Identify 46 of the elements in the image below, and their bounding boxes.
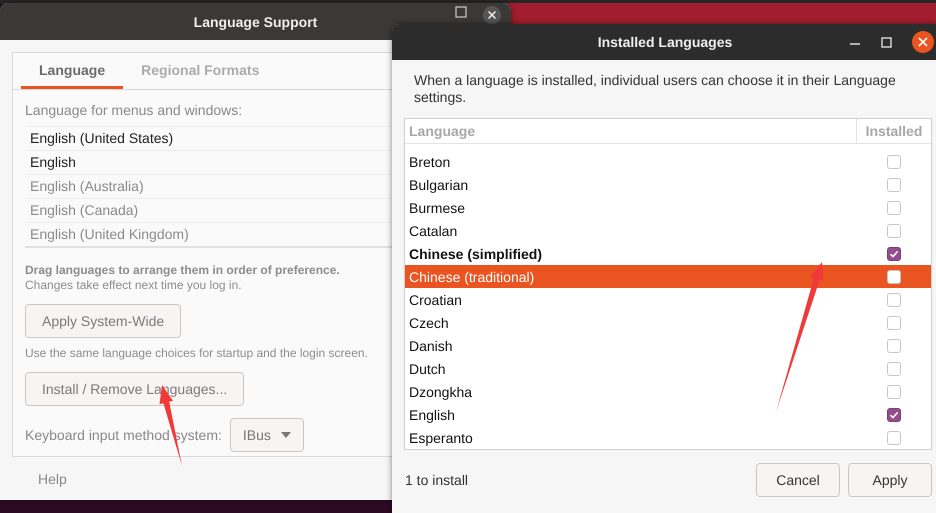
window-title: Installed Languages — [598, 34, 732, 50]
close-icon[interactable] — [483, 6, 501, 24]
language-name: Czech — [408, 314, 450, 330]
installed-checkbox[interactable] — [887, 408, 901, 422]
table-row[interactable]: Czech — [405, 311, 931, 334]
maximize-icon[interactable] — [455, 6, 467, 18]
installed-checkbox[interactable] — [887, 246, 901, 260]
language-name: Esperanto — [408, 430, 474, 446]
list-label: Language for menus and windows: — [25, 102, 242, 120]
dialog-button[interactable]: Apply — [848, 463, 932, 497]
table-row[interactable]: Danish — [405, 334, 931, 357]
description-text: When a language is installed, individual users can choose it in their Language settings. — [413, 71, 897, 107]
close-icon[interactable] — [912, 31, 934, 53]
table-row[interactable]: Dzongkha — [405, 380, 931, 403]
language-name: Burmese — [408, 200, 466, 216]
dialog-button[interactable]: Cancel — [756, 463, 840, 497]
language-name: Dutch — [408, 360, 447, 376]
tab[interactable]: Language — [21, 53, 124, 89]
maximize-icon[interactable] — [881, 36, 892, 48]
language-name: Catalan — [408, 222, 458, 238]
table-row[interactable]: Burmese — [405, 196, 931, 219]
status-text: 1 to install — [405, 472, 470, 488]
language-name: Breton — [408, 154, 452, 170]
table-row[interactable]: Chinese (simplified) — [405, 242, 931, 265]
apply-system-wide-button[interactable]: Apply System-Wide — [25, 304, 182, 338]
table-row[interactable]: Croatian — [405, 288, 931, 311]
language-name: Bulgarian — [408, 176, 470, 192]
table-row[interactable]: Bulgarian — [405, 173, 931, 196]
table-row[interactable]: Breton — [405, 150, 931, 173]
language-name: Croatian — [408, 292, 463, 308]
note-text: Use the same language choices for startup and the login screen. — [25, 346, 368, 360]
language-name: Dzongkha — [408, 384, 474, 400]
table-row[interactable]: Chinese (traditional) — [405, 265, 931, 288]
input-method-dropdown[interactable]: IBus — [230, 418, 304, 452]
caret-icon — [280, 432, 291, 438]
language-name: Chinese (simplified) — [408, 246, 544, 262]
language-name: Chinese (traditional) — [408, 268, 536, 284]
table-row[interactable]: Catalan — [405, 219, 931, 242]
window-title: Language Support — [194, 14, 318, 30]
language-name: English — [408, 406, 456, 422]
table-row[interactable]: English — [405, 403, 931, 426]
note-text: Changes take effect next time you log in. — [25, 278, 242, 292]
table-row[interactable]: Esperanto — [405, 426, 931, 449]
table-row[interactable]: Dutch — [405, 357, 931, 380]
language-name: Danish — [408, 338, 454, 354]
hint-text: Drag languages to arrange them in order of preference. — [25, 263, 340, 277]
